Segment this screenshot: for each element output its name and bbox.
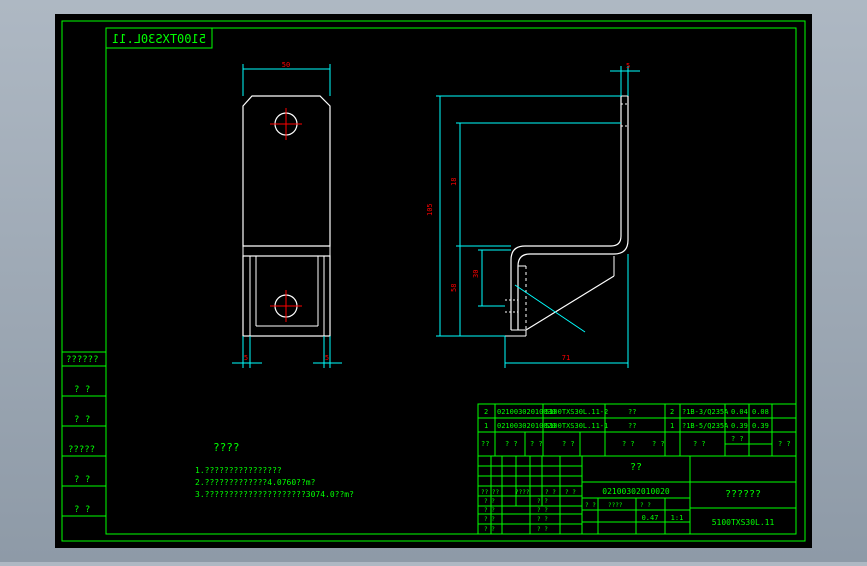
parts-row-0-material: ?1B-3/Q235A — [682, 408, 729, 416]
parts-row-0-drawing: 5100TXS30L.11-2 — [545, 408, 608, 416]
title-label-14: ???? — [608, 502, 623, 509]
title-label-11: ? ? — [537, 526, 548, 533]
title-label-2: ? ? — [545, 489, 556, 496]
dim-front-left: 5 — [244, 354, 248, 362]
title-label-6: ? ? — [484, 507, 495, 514]
title-drawing-no: 5100TXS30L.11 — [712, 518, 775, 527]
notes-heading: ???? — [213, 441, 240, 454]
parts-row-1-no: 1 — [484, 422, 488, 430]
parts-row-1-material: ?1B-5/Q235A — [682, 422, 729, 430]
left-strip-label-1: ? ? — [74, 385, 90, 395]
left-strip-label-2: ? ? — [74, 415, 90, 425]
title-material: ?? — [630, 462, 642, 473]
left-strip-label-3: ????? — [68, 445, 95, 455]
cad-viewport: 5100TXS30L.11 ?????? ? ? ? ? ????? ? ? ?… — [0, 0, 867, 562]
dim-side-small: 30 — [472, 270, 480, 278]
parts-row-0-unit-weight: 0.04 — [731, 408, 748, 416]
dim-side-total: 105 — [426, 203, 434, 216]
dim-side-upper: 18 — [450, 178, 458, 186]
title-label-5: ? ? — [537, 498, 548, 505]
parts-header-5: ? ? — [652, 440, 665, 448]
title-weight: 0.47 — [642, 514, 659, 522]
title-label-12: ? ? — [585, 502, 596, 509]
parts-header-2: ? ? — [530, 440, 543, 448]
parts-row-1-unit-weight: 0.39 — [731, 422, 748, 430]
title-label-3: ? ? — [565, 489, 576, 496]
note-line-2: 3.?????????????????????3074.0??m? — [195, 490, 354, 499]
parts-row-0-no: 2 — [484, 408, 488, 416]
parts-header-7: ? ? — [731, 435, 744, 443]
title-label-13: ? ? — [640, 502, 651, 509]
title-company: ?????? — [725, 489, 761, 500]
title-code: 02100302010020 — [602, 487, 670, 496]
drawing-canvas — [55, 14, 812, 548]
parts-row-0-qty: 2 — [670, 408, 674, 416]
dim-side-lower: 58 — [450, 284, 458, 292]
parts-header-4: ? ? — [622, 440, 635, 448]
parts-header-3: ? ? — [562, 440, 575, 448]
title-label-1: ???? — [515, 489, 530, 496]
title-label-7: ? ? — [537, 507, 548, 514]
left-strip-label-4: ? ? — [74, 475, 90, 485]
title-label-4: ? ? — [484, 498, 495, 505]
title-label-10: ? ? — [484, 526, 495, 533]
parts-row-0-total-weight: 0.08 — [752, 408, 769, 416]
dim-front-width: 50 — [282, 61, 290, 69]
title-label-0: ?? ?? — [481, 489, 499, 496]
parts-header-6: ? ? — [693, 440, 706, 448]
cad-drawing: 5100TXS30L.11 ?????? ? ? ? ? ????? ? ? ?… — [55, 14, 812, 548]
parts-row-1-drawing: 5100TXS30L.11-1 — [545, 422, 608, 430]
parts-row-1-total-weight: 0.39 — [752, 422, 769, 430]
left-strip-label-5: ? ? — [74, 505, 90, 515]
title-scale: 1:1 — [671, 514, 684, 522]
note-line-1: 2.?????????????4.0760??m? — [195, 478, 316, 487]
dim-side-bottom: 71 — [562, 354, 570, 362]
left-strip-label-0: ?????? — [66, 355, 99, 365]
note-line-0: 1.???????????????? — [195, 466, 282, 475]
parts-header-8: ? ? — [778, 440, 791, 448]
title-stamp: 5100TXS30L.11 — [112, 32, 206, 46]
parts-row-1-qty: 1 — [670, 422, 674, 430]
parts-header-1: ? ? — [505, 440, 518, 448]
dim-side-top: 5 — [626, 62, 630, 70]
parts-header-0: ?? — [481, 440, 489, 448]
parts-row-0-name: ?? — [628, 408, 636, 416]
dim-front-right: 5 — [325, 354, 329, 362]
parts-row-1-name: ?? — [628, 422, 636, 430]
title-label-8: ? ? — [484, 516, 495, 523]
title-label-9: ? ? — [537, 516, 548, 523]
